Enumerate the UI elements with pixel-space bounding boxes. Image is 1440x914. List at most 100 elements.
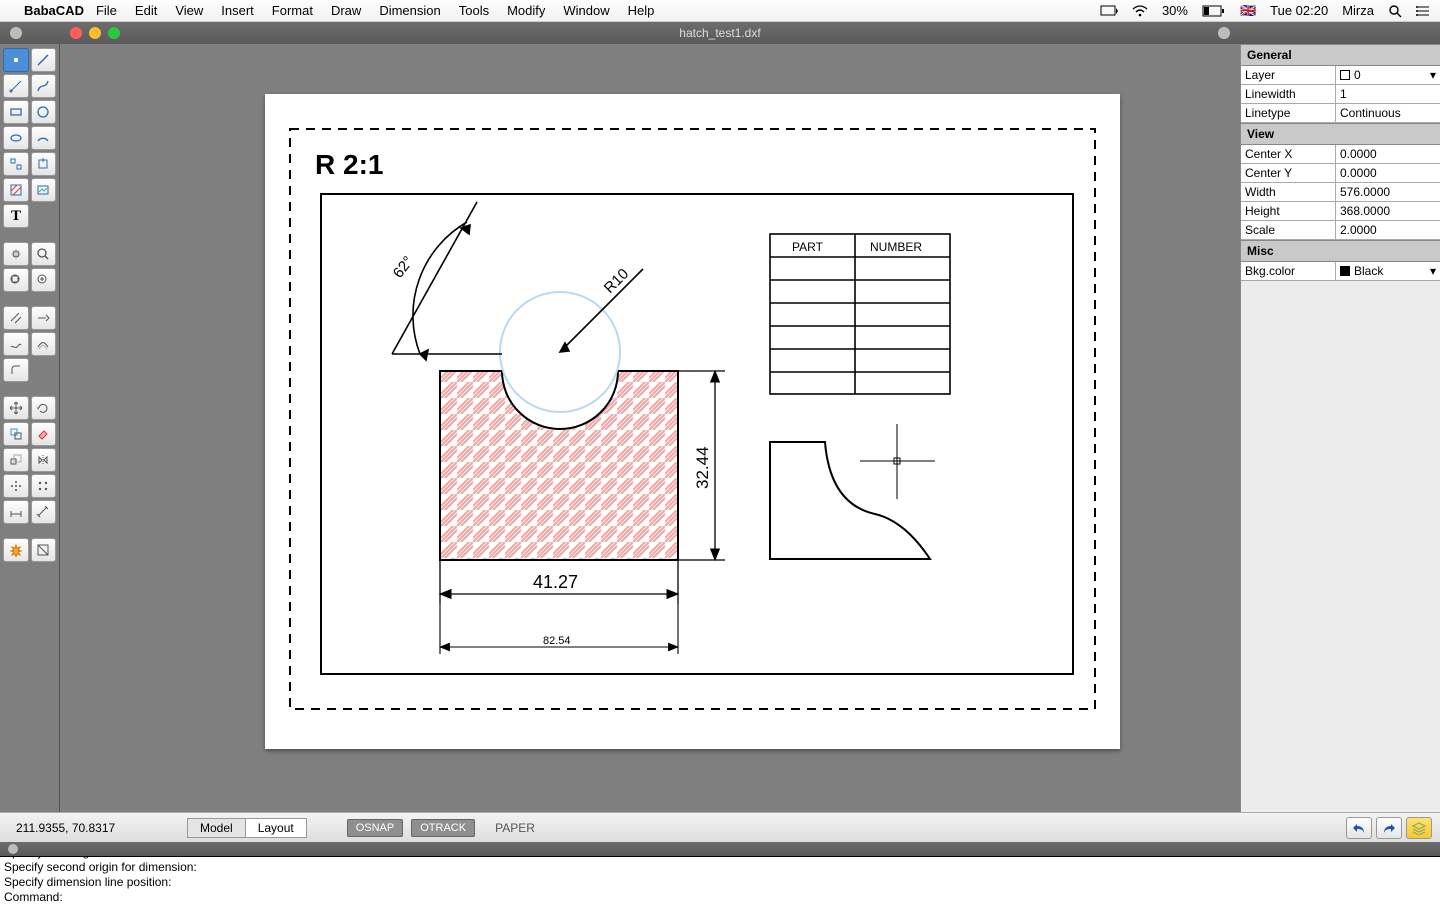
tool-offset[interactable] — [31, 332, 57, 356]
minimize-window-button[interactable] — [89, 27, 101, 39]
prop-centery-value[interactable]: 0.0000 — [1336, 164, 1440, 182]
cmd-history-2: Specify dimension line position: — [4, 875, 1436, 890]
tool-block[interactable] — [3, 152, 29, 176]
prop-scale-label: Scale — [1241, 221, 1336, 239]
tool-polyline[interactable] — [31, 74, 57, 98]
tool-image[interactable] — [31, 178, 57, 202]
tool-circle[interactable] — [31, 100, 57, 124]
tool-break[interactable] — [3, 332, 29, 356]
tool-zoom-window[interactable] — [3, 268, 29, 292]
menu-tools[interactable]: Tools — [459, 3, 489, 18]
prop-layer-value[interactable]: 0▾ — [1336, 66, 1440, 84]
user-name[interactable]: Mirza — [1342, 3, 1374, 18]
prop-width-label: Width — [1241, 183, 1336, 201]
spotlight-icon[interactable] — [1388, 4, 1402, 18]
parts-table — [770, 234, 950, 394]
window-title: hatch_test1.dxf — [679, 26, 760, 40]
tool-trim[interactable] — [3, 306, 29, 330]
tool-pan[interactable] — [3, 242, 29, 266]
menu-file[interactable]: File — [96, 3, 117, 18]
prop-width-value[interactable]: 576.0000 — [1336, 183, 1440, 201]
menu-help[interactable]: Help — [628, 3, 655, 18]
props-section-general: General — [1241, 44, 1440, 66]
tool-erase[interactable] — [31, 422, 57, 446]
tab-model[interactable]: Model — [187, 818, 246, 838]
screen-mirror-icon[interactable] — [1100, 5, 1118, 17]
close-window-button[interactable] — [70, 27, 82, 39]
wifi-icon[interactable] — [1132, 5, 1148, 17]
menu-extras-icon[interactable] — [1416, 5, 1430, 17]
drawing-canvas[interactable]: R 2:1 — [60, 44, 1240, 812]
prop-scale-value[interactable]: 2.0000 — [1336, 221, 1440, 239]
tool-line[interactable] — [31, 48, 57, 72]
scale-label: R 2:1 — [315, 149, 383, 180]
tool-rect[interactable] — [3, 100, 29, 124]
tab-layout[interactable]: Layout — [245, 818, 307, 838]
table-header-part: PART — [792, 240, 824, 254]
cmd-history-1: Specify second origin for dimension: — [4, 860, 1436, 875]
prop-linetype-value[interactable]: Continuous — [1336, 104, 1440, 122]
tool-rotate[interactable] — [31, 396, 57, 420]
prop-linewidth-label: Linewidth — [1241, 85, 1336, 103]
tool-point[interactable] — [3, 48, 29, 72]
undo-button[interactable] — [1346, 817, 1372, 839]
traffic-lights — [70, 27, 120, 39]
prop-bkgcolor-label: Bkg.color — [1241, 262, 1336, 280]
prop-height-value[interactable]: 368.0000 — [1336, 202, 1440, 220]
battery-text: 30% — [1162, 3, 1188, 18]
menu-draw[interactable]: Draw — [331, 3, 361, 18]
menu-edit[interactable]: Edit — [135, 3, 157, 18]
layers-button[interactable] — [1406, 817, 1432, 839]
tool-mirror[interactable] — [31, 448, 57, 472]
draw-toolbar: T — [0, 44, 60, 812]
hatched-part — [440, 371, 678, 560]
battery-icon[interactable] — [1202, 5, 1226, 17]
menu-modify[interactable]: Modify — [507, 3, 545, 18]
tool-hatch[interactable] — [3, 178, 29, 202]
menu-dimension[interactable]: Dimension — [379, 3, 440, 18]
tool-insert-block[interactable] — [31, 152, 57, 176]
tool-dim-aligned[interactable] — [31, 500, 57, 524]
clock[interactable]: Tue 02:20 — [1270, 3, 1328, 18]
prop-linetype-label: Linetype — [1241, 104, 1336, 122]
cmd-prompt[interactable]: Command: — [4, 890, 1436, 905]
tool-zoom-extents[interactable] — [31, 268, 57, 292]
prop-bkgcolor-value[interactable]: Black▾ — [1336, 262, 1440, 280]
toggle-otrack[interactable]: OTRACK — [411, 819, 475, 837]
tool-array-rect[interactable] — [31, 474, 57, 498]
menu-view[interactable]: View — [175, 3, 203, 18]
profile-shape — [770, 442, 930, 559]
radius-dimension — [560, 269, 643, 352]
prop-centerx-value[interactable]: 0.0000 — [1336, 145, 1440, 163]
dim-vertical-value: 32.44 — [693, 446, 712, 489]
tool-arc[interactable] — [31, 126, 57, 150]
tool-move[interactable] — [3, 396, 29, 420]
tool-copy[interactable] — [3, 422, 29, 446]
angle-value: 62° — [390, 253, 417, 281]
flag-icon[interactable]: 🇬🇧 — [1240, 3, 1256, 19]
tool-ray[interactable] — [3, 74, 29, 98]
tool-region[interactable] — [31, 538, 57, 562]
tool-explode[interactable] — [3, 538, 29, 562]
tool-fillet[interactable] — [3, 358, 29, 382]
window-dot-icon — [10, 27, 22, 39]
redo-button[interactable] — [1376, 817, 1402, 839]
tool-text[interactable]: T — [3, 204, 29, 228]
tool-array-polar[interactable] — [3, 474, 29, 498]
dim-horizontal-2-value: 82.54 — [543, 635, 571, 647]
menu-format[interactable]: Format — [272, 3, 313, 18]
prop-linewidth-value[interactable]: 1 — [1336, 85, 1440, 103]
space-indicator[interactable]: PAPER — [495, 821, 535, 835]
prop-centerx-label: Center X — [1241, 145, 1336, 163]
menu-window[interactable]: Window — [563, 3, 609, 18]
tool-zoom[interactable] — [31, 242, 57, 266]
tool-dim-linear[interactable] — [3, 500, 29, 524]
zoom-window-button[interactable] — [108, 27, 120, 39]
tool-scale[interactable] — [3, 448, 29, 472]
app-name[interactable]: BabaCAD — [24, 3, 84, 18]
menu-insert[interactable]: Insert — [221, 3, 254, 18]
toggle-osnap[interactable]: OSNAP — [347, 819, 404, 837]
command-window[interactable]: Specify first origin for dimension: Spec… — [0, 856, 1440, 914]
tool-extend[interactable] — [31, 306, 57, 330]
tool-ellipse[interactable] — [3, 126, 29, 150]
